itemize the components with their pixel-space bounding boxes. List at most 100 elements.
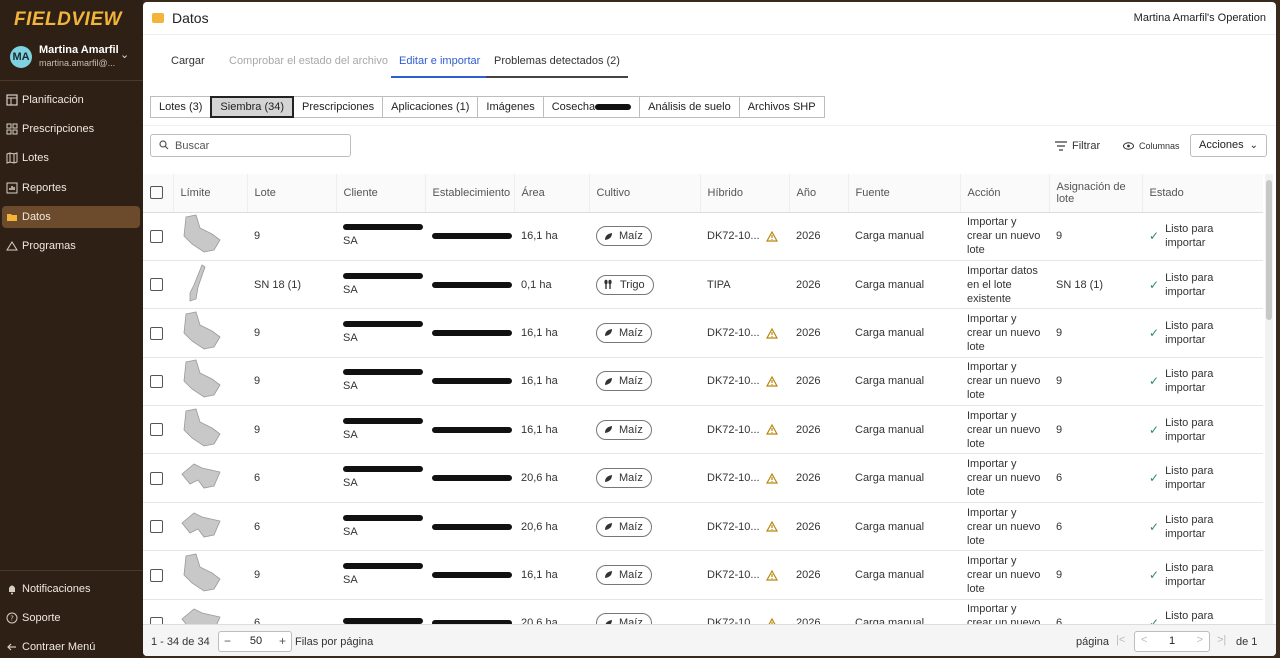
col-header[interactable]: Establecimiento [425, 174, 515, 213]
subtab-lotes[interactable]: Lotes (3) [150, 96, 212, 118]
accion-cell[interactable]: Importar y crear un nuevo lote [960, 502, 1049, 552]
row-select-cell[interactable] [143, 260, 173, 310]
table-row[interactable]: 6 SA 20,6 ha Maíz DK72-10... 2026 Carga manual… [143, 453, 1263, 503]
crop-chip[interactable]: Maíz [596, 564, 652, 585]
actions-dropdown[interactable]: Acciones ⌄ [1190, 134, 1267, 157]
sidebar-item-planificacion[interactable]: Planificación [2, 89, 140, 111]
col-header[interactable]: Área [514, 174, 590, 213]
asignacion-cell[interactable]: 9 [1049, 405, 1142, 455]
sidebar-item-contraer[interactable]: Contraer Menú [2, 636, 140, 658]
user-menu[interactable]: MA Martina Amarfil martina.amarfil@... ⌄ [8, 42, 136, 74]
table-row[interactable]: 6 SA 20,6 ha Maíz DK72-10... 2026 Carga manual… [143, 502, 1263, 552]
row-checkbox[interactable] [150, 326, 163, 340]
asignacion-cell[interactable]: 9 [1049, 550, 1142, 600]
accion-cell[interactable]: Importar datos en el lote existente [960, 260, 1049, 310]
per-page-value[interactable]: 50 [245, 635, 267, 647]
accion-cell[interactable]: Importar y crear un nuevo lote [960, 405, 1049, 455]
tab-cargar[interactable]: Cargar [171, 48, 205, 78]
asignacion-cell[interactable]: 6 [1049, 502, 1142, 552]
subtab-imagenes[interactable]: Imágenes [477, 96, 544, 118]
tab-editar-importar[interactable]: Editar e importar [391, 48, 489, 78]
sidebar-item-reportes[interactable]: Reportes [2, 177, 140, 199]
row-checkbox[interactable] [150, 423, 163, 437]
table-row[interactable]: SN 18 (1) SA 0,1 ha Trigo TIPA 2026 Carga manu… [143, 260, 1263, 310]
accion-cell[interactable]: Importar y crear un nuevo lote [960, 453, 1049, 503]
crop-chip[interactable]: Maíz [596, 322, 652, 343]
warning-icon[interactable] [765, 569, 778, 581]
per-page-stepper[interactable]: − 50 + [218, 631, 292, 652]
sidebar-item-prescripciones[interactable]: Prescripciones [2, 118, 140, 140]
row-checkbox[interactable] [150, 616, 163, 624]
row-checkbox[interactable] [150, 520, 163, 534]
col-header[interactable]: Híbrido [700, 174, 790, 213]
warning-icon[interactable] [765, 521, 778, 532]
subtab-analisis-suelo[interactable]: Análisis de suelo [639, 96, 740, 118]
row-select-cell[interactable] [143, 308, 173, 358]
page-input[interactable]: < 1 > [1134, 631, 1210, 652]
col-header[interactable]: Acción [960, 174, 1050, 213]
col-header[interactable]: Límite [173, 174, 248, 213]
col-header[interactable]: Asignación de lote [1049, 174, 1143, 213]
subtab-prescripciones[interactable]: Prescripciones [293, 96, 384, 118]
next-page-icon[interactable]: > [1197, 634, 1203, 646]
minus-icon[interactable]: − [224, 634, 231, 648]
col-header[interactable]: Año [789, 174, 849, 213]
table-row[interactable]: 9 SA 16,1 ha Maíz DK72-10... 2026 Carga manual… [143, 357, 1263, 407]
filter-button[interactable]: Filtrar [1055, 136, 1100, 156]
fieldview-logo[interactable]: FIELDVIEW [14, 9, 122, 31]
row-checkbox[interactable] [150, 229, 163, 243]
crop-chip[interactable]: Maíz [596, 468, 652, 489]
row-select-cell[interactable] [143, 550, 173, 600]
table-row[interactable]: 9 SA 16,1 ha Maíz DK72-10... 2026 Carga manual… [143, 212, 1263, 261]
sidebar-item-soporte[interactable]: ? Soporte [2, 607, 140, 629]
subtab-aplicaciones[interactable]: Aplicaciones (1) [382, 96, 479, 118]
search-input[interactable] [175, 138, 345, 154]
row-select-cell[interactable] [143, 502, 173, 552]
row-checkbox[interactable] [150, 374, 163, 388]
table-row[interactable]: 9 SA 16,1 ha Maíz DK72-10... 2026 Carga manual… [143, 308, 1263, 358]
page-value[interactable]: 1 [1157, 635, 1187, 647]
crop-chip[interactable]: Maíz [596, 226, 652, 247]
select-all-checkbox[interactable] [150, 186, 163, 200]
row-select-cell[interactable] [143, 212, 173, 261]
sidebar-item-notificaciones[interactable]: Notificaciones [2, 578, 140, 600]
sidebar-item-programas[interactable]: Programas [2, 235, 140, 257]
first-page-icon[interactable]: |< [1116, 634, 1125, 646]
accion-cell[interactable]: Importar y crear un nuevo lote [960, 599, 1049, 624]
crop-chip[interactable]: Trigo [596, 274, 654, 295]
asignacion-cell[interactable]: 6 [1049, 453, 1142, 503]
warning-icon[interactable] [765, 424, 778, 435]
crop-chip[interactable]: Maíz [596, 613, 652, 624]
accion-cell[interactable]: Importar y crear un nuevo lote [960, 357, 1049, 407]
warning-icon[interactable] [765, 327, 778, 339]
last-page-icon[interactable]: >| [1217, 634, 1226, 646]
asignacion-cell[interactable]: 9 [1049, 308, 1142, 358]
scroll-thumb[interactable] [1266, 180, 1272, 320]
col-header[interactable]: Cliente [336, 174, 426, 213]
asignacion-cell[interactable]: SN 18 (1) [1049, 260, 1142, 310]
table-row[interactable]: 6 20,6 ha Maíz DK72-10... 2026 Carga manual Im… [143, 599, 1263, 624]
row-checkbox[interactable] [150, 471, 163, 485]
table-scrollbar[interactable] [1265, 174, 1273, 624]
accion-cell[interactable]: Importar y crear un nuevo lote [960, 308, 1049, 358]
col-header[interactable]: Cultivo [589, 174, 701, 213]
operation-name[interactable]: Martina Amarfil's Operation [1134, 12, 1266, 24]
row-select-cell[interactable] [143, 405, 173, 455]
accion-cell[interactable]: Importar y crear un nuevo lote [960, 212, 1049, 261]
sidebar-item-datos[interactable]: Datos [2, 206, 140, 228]
col-header[interactable]: Lote [247, 174, 337, 213]
chevron-down-icon[interactable]: ⌄ [120, 48, 129, 61]
crop-chip[interactable]: Maíz [596, 419, 652, 440]
asignacion-cell[interactable]: 9 [1049, 212, 1142, 261]
subtab-siembra[interactable]: Siembra (34) [210, 96, 294, 118]
table-row[interactable]: 9 SA 16,1 ha Maíz DK72-10... 2026 Carga manual… [143, 405, 1263, 455]
search-box[interactable] [150, 134, 351, 157]
asignacion-cell[interactable]: 6 [1049, 599, 1142, 624]
row-select-cell[interactable] [143, 453, 173, 503]
table-row[interactable]: 9 SA 16,1 ha Maíz DK72-10... 2026 Carga manual… [143, 550, 1263, 600]
plus-icon[interactable]: + [279, 634, 286, 648]
subtab-cosecha[interactable]: Cosecha [542, 96, 641, 118]
row-checkbox[interactable] [150, 568, 163, 582]
asignacion-cell[interactable]: 9 [1049, 357, 1142, 407]
accion-cell[interactable]: Importar y crear un nuevo lote [960, 550, 1049, 600]
